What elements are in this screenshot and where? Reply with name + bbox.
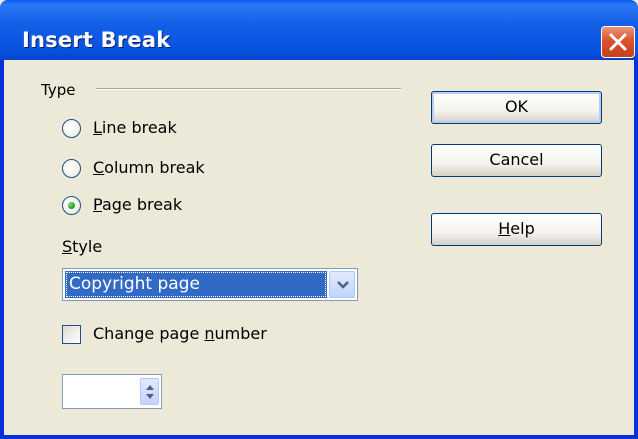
label-text: ine break [101,118,177,137]
radio-selected-dot [68,202,75,209]
radio-page-break[interactable] [62,196,81,215]
label-text: tyle [72,237,103,256]
close-button[interactable] [601,26,635,58]
label-text: age break [101,195,183,214]
type-group-divider [96,88,401,90]
access-key: C [93,158,105,177]
chevron-down-icon [337,281,349,289]
radio-line-break-label[interactable]: Line break [93,118,177,137]
ok-button[interactable]: OK [431,91,602,124]
style-dropdown-button[interactable] [329,271,355,298]
change-page-number-checkbox[interactable] [62,325,81,344]
page-number-spinner[interactable] [140,378,159,405]
label-text: umber [214,324,267,343]
access-key: P [93,195,102,214]
dialog-title: Insert Break [22,28,171,52]
change-page-number-label[interactable]: Change page number [93,324,267,343]
radio-page-break-label[interactable]: Page break [93,195,182,214]
access-key: H [498,219,511,238]
radio-column-break[interactable] [62,159,81,178]
radio-column-break-label[interactable]: Column break [93,158,205,177]
dialog-body: Type Line break Column break Page break … [4,60,634,435]
page-number-field[interactable] [62,374,162,409]
insert-break-dialog: Insert Break Type Line break Column brea… [0,0,638,439]
style-dropdown[interactable]: Copyright page [62,268,358,301]
access-key: n [204,324,215,343]
style-selected-value: Copyright page [65,271,327,298]
label-text: Change page [93,324,205,343]
help-button[interactable]: Help [431,213,602,246]
spin-arrows-icon [146,385,154,399]
access-key: L [93,118,102,137]
label-text: olumn break [104,158,205,177]
radio-line-break[interactable] [62,119,81,138]
label-text: elp [510,219,535,238]
access-key: S [62,237,73,256]
type-group-label: Type [41,81,76,99]
title-bar[interactable]: Insert Break [0,0,638,60]
close-icon [609,33,627,51]
style-label: Style [62,237,102,256]
cancel-button[interactable]: Cancel [431,144,602,177]
